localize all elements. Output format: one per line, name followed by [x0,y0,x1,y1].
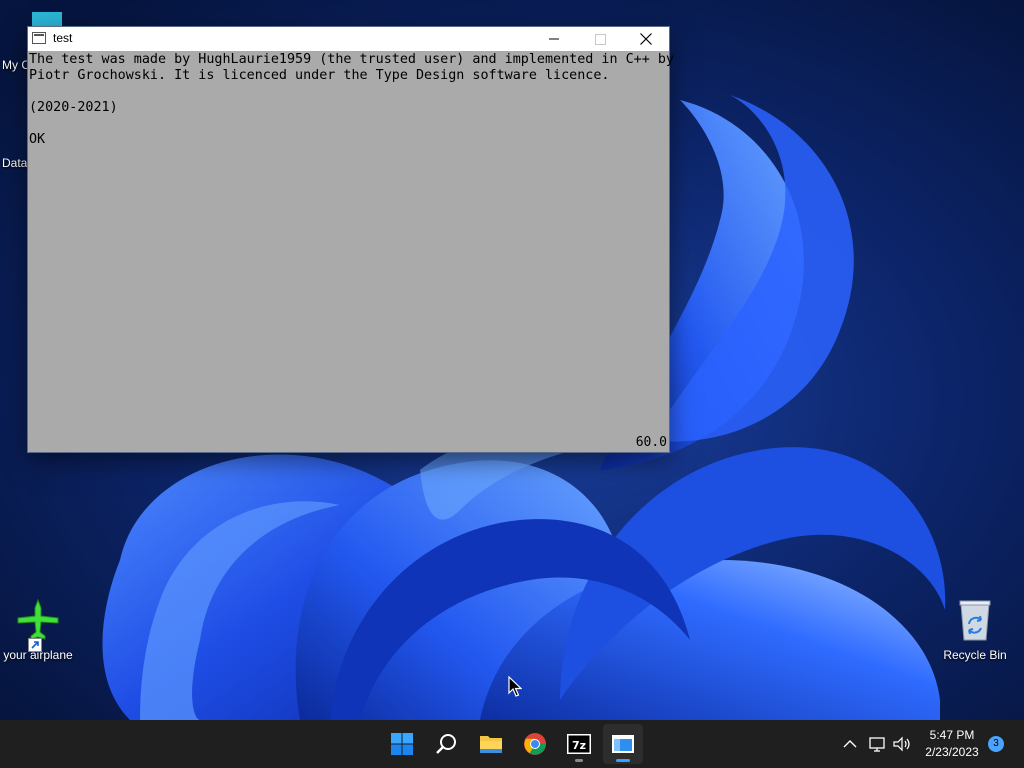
tray-overflow-button[interactable] [840,732,860,756]
minimize-icon [549,38,559,40]
mouse-cursor-icon [508,676,522,697]
desktop-icon-label: My C [2,58,30,72]
windows-start-icon [391,733,413,755]
taskbar-start-button[interactable] [382,724,422,764]
taskbar-clock[interactable]: 5:47 PM 2/23/2023 [916,727,988,761]
desktop-icon-label: Recycle Bin [943,648,1007,662]
taskbar-search-button[interactable] [427,724,467,764]
close-button[interactable] [623,27,669,51]
close-icon [640,33,652,45]
chrome-icon [524,733,546,755]
desktop-icon-recycle-bin[interactable]: Recycle Bin [937,598,1013,662]
running-indicator [575,759,583,762]
text-line: Piotr Grochowski. It is licenced under t… [29,68,610,83]
text-line: The test was made by HughLaurie1959 (the… [29,52,674,67]
app-window[interactable]: test The test was made by HughLaurie1959… [28,27,674,452]
network-icon [869,737,885,752]
taskbar-7zip-button[interactable]: 7z [559,724,599,764]
window-titlebar[interactable]: test [28,27,669,51]
taskbar-file-explorer-button[interactable] [471,724,511,764]
app-window-icon [612,735,634,753]
tray-volume-button[interactable] [892,732,912,756]
7zip-icon: 7z [567,734,591,754]
svg-text:7z: 7z [572,739,586,752]
tray-network-button[interactable] [868,732,888,756]
maximize-icon [595,34,606,45]
taskbar-test-app-button[interactable] [603,724,643,764]
active-indicator [616,759,630,762]
status-ok-text: OK [29,132,46,147]
window-content: The test was made by HughLaurie1959 (the… [28,51,674,452]
airplane-icon [14,598,62,652]
shortcut-arrow-icon [28,638,42,652]
fps-counter: 60.0 [635,435,667,450]
minimize-button[interactable] [531,27,577,51]
chevron-up-icon [843,740,857,748]
clock-time: 5:47 PM [929,728,975,742]
maximize-button [577,27,623,51]
app-window-icon [32,32,46,44]
desktop-icon-label: Data [2,156,28,170]
folder-icon [480,736,502,753]
volume-icon [893,736,910,752]
taskbar-chrome-button[interactable] [515,724,555,764]
notification-badge[interactable]: 3 [988,736,1004,752]
window-title: test [53,31,73,45]
desktop-icon-your-airplane[interactable]: your airplane [0,598,76,662]
text-line: (2020-2021) [29,100,118,115]
clock-date: 2/23/2023 [925,745,979,759]
taskbar: 7z 5:47 PM 2/23/2023 3 [0,720,1024,768]
search-icon [436,734,456,754]
recycle-bin-icon [951,598,999,646]
